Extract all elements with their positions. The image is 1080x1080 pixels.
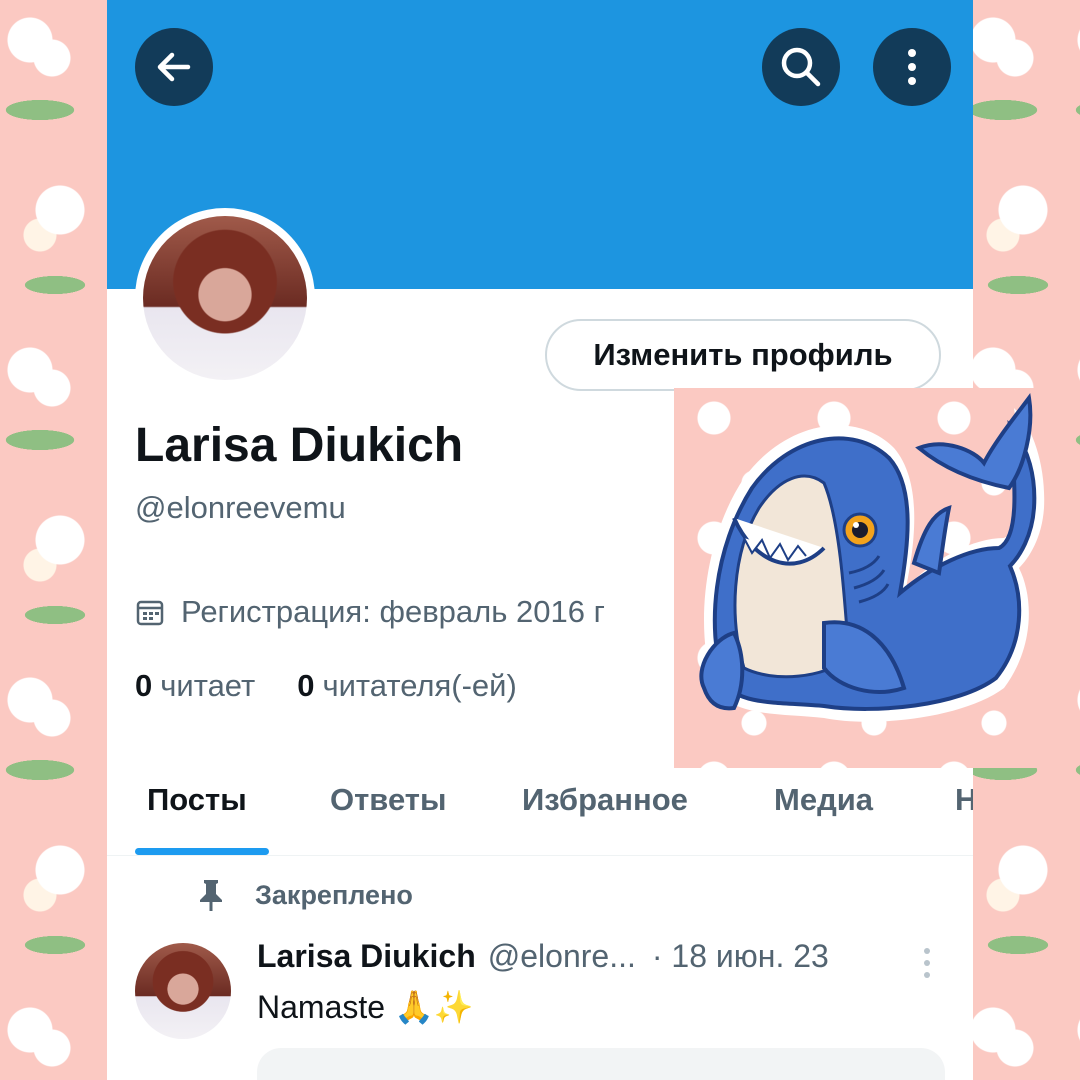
profile-handle: @elonreevemu: [135, 490, 346, 525]
more-vertical-icon: [908, 49, 916, 85]
followers-link[interactable]: 0 читателя(-ей): [297, 668, 517, 704]
active-tab-indicator: [135, 848, 269, 855]
joined-text: Регистрация: февраль 2016 г: [181, 594, 605, 629]
calendar-icon: [136, 600, 164, 626]
more-options-button[interactable]: [873, 28, 951, 106]
post-more-button[interactable]: [921, 946, 933, 985]
post-author-handle[interactable]: @elonre...: [488, 938, 636, 975]
shark-sticker: [674, 388, 1054, 768]
post-avatar-photo: [135, 943, 231, 1039]
post-media-card[interactable]: [257, 1048, 945, 1080]
edit-profile-button[interactable]: Изменить профиль: [545, 319, 941, 391]
pinned-indicator: Закреплено: [197, 878, 413, 912]
profile-tabs: Посты Ответы Избранное Медиа Н: [107, 760, 973, 856]
pin-icon: [200, 880, 222, 911]
post-date[interactable]: · 18 июн. 23: [652, 938, 829, 975]
profile-name: Larisa Diukich: [135, 419, 464, 472]
follow-stats: 0 читает 0 читателя(-ей): [135, 668, 559, 704]
arrow-left-icon: [157, 52, 191, 82]
post-author-avatar[interactable]: [135, 943, 231, 1039]
search-icon: [781, 47, 821, 87]
back-button[interactable]: [135, 28, 213, 106]
following-count: 0: [135, 668, 153, 703]
shark-illustration: [699, 393, 1045, 722]
pinned-label: Закреплено: [255, 879, 413, 910]
following-link[interactable]: 0 читает: [135, 668, 255, 704]
profile-avatar[interactable]: [135, 208, 315, 388]
followers-label: читателя(-ей): [322, 668, 517, 703]
post-text: Namaste 🙏✨: [257, 989, 474, 1025]
followers-count: 0: [297, 668, 315, 703]
tab-more[interactable]: Н: [955, 782, 973, 818]
tab-media[interactable]: Медиа: [774, 782, 873, 818]
tab-posts[interactable]: Посты: [147, 782, 247, 818]
tab-replies[interactable]: Ответы: [330, 782, 446, 818]
tab-likes[interactable]: Избранное: [522, 782, 688, 818]
avatar-photo: [143, 216, 307, 380]
post-author-name[interactable]: Larisa Diukich: [257, 938, 476, 975]
search-button[interactable]: [762, 28, 840, 106]
following-label: читает: [160, 668, 256, 703]
post-header: Larisa Diukich @elonre... · 18 июн. 23: [257, 938, 829, 975]
more-vertical-icon: [924, 948, 930, 978]
joined-date: Регистрация: февраль 2016 г: [135, 594, 605, 630]
